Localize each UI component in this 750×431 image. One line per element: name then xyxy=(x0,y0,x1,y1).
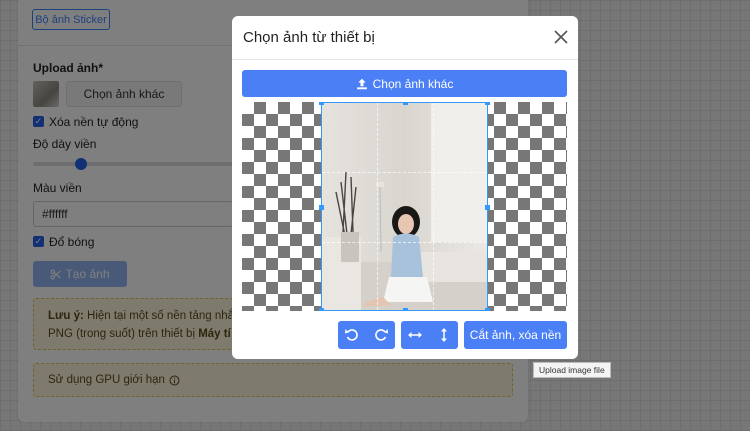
close-icon[interactable] xyxy=(552,28,570,46)
choose-another-image-label: Chọn ảnh khác xyxy=(372,76,454,91)
crop-remove-bg-button[interactable]: Cắt ảnh, xóa nền xyxy=(464,321,567,349)
flip-horizontal-icon[interactable] xyxy=(407,327,423,343)
rotate-right-icon[interactable] xyxy=(373,327,389,343)
flip-button-group xyxy=(401,321,458,349)
crop-selection-box[interactable] xyxy=(319,102,490,311)
modal-divider xyxy=(232,59,578,60)
upload-icon xyxy=(356,78,367,89)
rotate-left-icon[interactable] xyxy=(344,327,360,343)
crop-guide xyxy=(377,103,378,310)
tooltip: Upload image file xyxy=(533,362,611,378)
crop-handle-nw[interactable] xyxy=(319,102,324,105)
crop-handle-w[interactable] xyxy=(319,205,324,210)
crop-canvas[interactable] xyxy=(242,102,567,311)
crop-guide xyxy=(322,172,487,173)
crop-handle-e[interactable] xyxy=(485,205,490,210)
crop-handle-se[interactable] xyxy=(485,308,490,311)
crop-handle-n[interactable] xyxy=(403,102,408,105)
crop-guide xyxy=(433,103,434,310)
crop-handle-sw[interactable] xyxy=(319,308,324,311)
rotate-button-group xyxy=(338,321,395,349)
crop-handle-s[interactable] xyxy=(403,308,408,311)
crop-guide xyxy=(322,242,487,243)
flip-vertical-icon[interactable] xyxy=(436,327,452,343)
choose-image-modal: Chọn ảnh từ thiết bị Chọn ảnh khác Cắt ả… xyxy=(232,16,578,359)
crop-handle-ne[interactable] xyxy=(485,102,490,105)
modal-title: Chọn ảnh từ thiết bị xyxy=(243,29,375,46)
crop-remove-bg-label: Cắt ảnh, xóa nền xyxy=(469,328,562,342)
choose-another-image-button[interactable]: Chọn ảnh khác xyxy=(242,70,567,97)
